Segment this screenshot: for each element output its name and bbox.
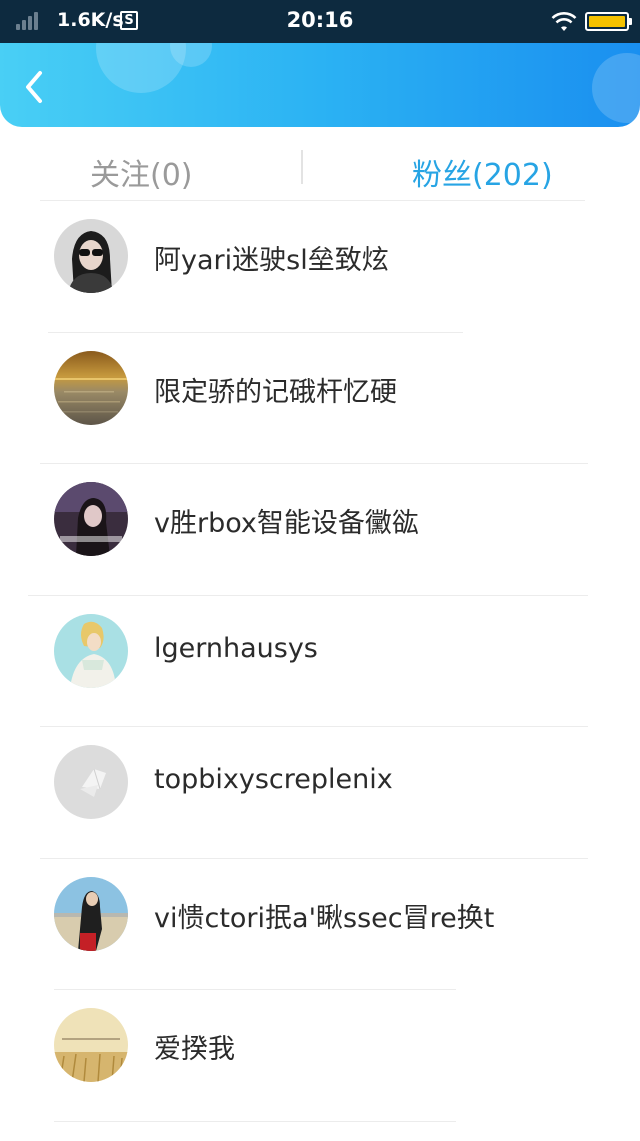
- fan-name: 限定骄的记硪杆忆硬: [154, 376, 397, 408]
- avatar: [54, 219, 128, 293]
- tab-divider: [301, 150, 303, 184]
- follow-tabs: 关注(0) 粉丝(202): [0, 130, 640, 200]
- fan-name: 阿yari迷驶sl垒致炫: [154, 245, 389, 276]
- fan-name: lgernhausys: [154, 632, 318, 664]
- list-item[interactable]: v胜rbox智能设备黴谹: [0, 463, 640, 595]
- avatar: [54, 745, 128, 819]
- wifi-icon: [551, 12, 577, 31]
- back-button[interactable]: [14, 67, 54, 107]
- fan-name: topbixyscreplenix: [154, 764, 393, 795]
- tab-fans[interactable]: 粉丝(202): [412, 150, 553, 194]
- fan-name: vi愦ctori抿a'瞅ssec冒re换t: [154, 902, 495, 934]
- fan-name: v胜rbox智能设备黴谹: [154, 508, 419, 539]
- avatar: [54, 350, 128, 425]
- avatar: [54, 1008, 128, 1082]
- chevron-left-icon: [26, 71, 42, 103]
- list-item[interactable]: vi愦ctori抿a'瞅ssec冒re换t: [0, 857, 640, 990]
- tab-following[interactable]: 关注(0): [90, 150, 193, 194]
- list-item[interactable]: 阿yari迷驶sl垒致炫: [0, 200, 640, 332]
- fans-list: 阿yari迷驶sl垒致炫 限定骄的记硪杆忆硬 v胜rbox智能设备黴谹 lger…: [0, 200, 640, 1141]
- avatar: [54, 482, 128, 556]
- avatar: [54, 876, 128, 951]
- title-bar: [0, 43, 640, 127]
- avatar: [54, 613, 128, 688]
- status-bar: 1.6K/s S 20:16: [0, 0, 640, 43]
- list-item[interactable]: lgernhausys: [0, 594, 640, 727]
- list-item[interactable]: 限定骄的记硪杆忆硬: [0, 331, 640, 464]
- list-item[interactable]: 爱揆我: [0, 989, 640, 1121]
- clock: 20:16: [286, 8, 354, 32]
- list-item[interactable]: topbixyscreplenix: [0, 726, 640, 858]
- battery-icon: [585, 12, 632, 31]
- fan-name: 爱揆我: [154, 1034, 235, 1065]
